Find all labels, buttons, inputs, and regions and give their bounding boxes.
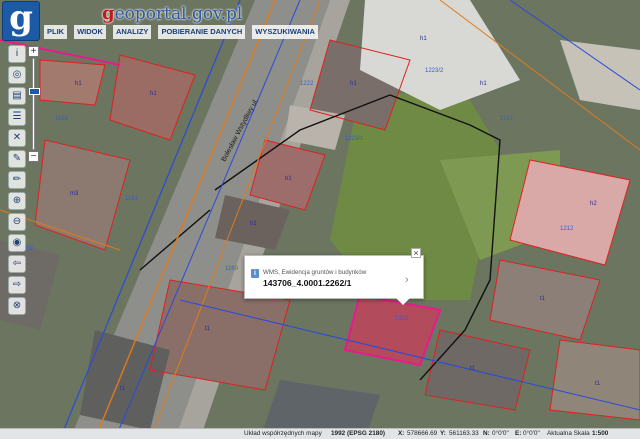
parcel-label: h1	[285, 176, 292, 182]
parcel-label: t1	[120, 386, 126, 392]
crs-label: Układ współrzędnych mapy	[244, 430, 322, 437]
roof	[40, 60, 105, 105]
crs-value: 1992 (EPSG 2180)	[331, 430, 385, 437]
parcel-label: t1	[595, 381, 601, 387]
legend-icon[interactable]: ▤	[8, 87, 26, 105]
n-label: N:	[483, 430, 490, 437]
menu-analizy[interactable]: ANALIZY	[112, 25, 152, 39]
zoom-out-button[interactable]: −	[28, 151, 39, 162]
menu-pobieranie-danych[interactable]: POBIERANIE DANYCH	[158, 25, 246, 39]
parcel-label: t1	[470, 366, 476, 372]
popup-layer-title: WMS, Ewidencja gruntów i budynków	[263, 269, 367, 276]
parcel-label: h1	[480, 81, 487, 87]
pan-left-icon[interactable]: ⇦	[8, 255, 26, 273]
layers-icon[interactable]: ◎	[8, 66, 26, 84]
e-value: 0°0'0"	[523, 430, 540, 437]
logo-letter: g	[9, 0, 33, 38]
zoom-slider-knob[interactable]	[29, 88, 40, 96]
parcel-label: h1	[350, 81, 357, 87]
parcel-number: 1160	[225, 266, 239, 272]
parcel-number: 1221	[500, 116, 514, 122]
zoom-track[interactable]	[32, 58, 35, 150]
parcel-number: 1222	[300, 81, 314, 87]
x-label: X:	[398, 430, 405, 437]
main-menu: PLIK WIDOK ANALIZY POBIERANIE DANYCH WYS…	[44, 25, 318, 39]
parcel-label: t1	[205, 326, 211, 332]
reset-icon[interactable]: ⊗	[8, 297, 26, 315]
geoportal-logo[interactable]: g	[2, 0, 40, 41]
menu-widok[interactable]: WIDOK	[74, 25, 106, 39]
parcel-label: t1	[540, 296, 546, 302]
feature-info-popup: × i WMS, Ewidencja gruntów i budynków 14…	[244, 248, 424, 305]
scale-label: Aktualna Skala	[547, 430, 590, 437]
scale-value[interactable]: 1:500	[592, 429, 608, 439]
left-toolbar: i ◎ ▤ ☰ ✕ ✎ ✏ ⊕ ⊖ ◉ ⇦ ⇨ ⊗	[8, 45, 26, 315]
parcel-number: 1212	[560, 226, 574, 232]
y-label: Y:	[440, 430, 446, 437]
parcel-label: m3	[70, 191, 79, 197]
status-bar: Układ współrzędnych mapy 1992 (EPSG 2180…	[0, 428, 640, 439]
draw-icon[interactable]: ✏	[8, 171, 26, 189]
y-value: 561163.33	[449, 430, 479, 437]
n-value: 0°0'0"	[492, 430, 509, 437]
x-value: 578666.69	[407, 430, 438, 437]
menu-wyszukiwania[interactable]: WYSZUKIWANIA	[252, 25, 318, 39]
delete-icon[interactable]: ✕	[8, 129, 26, 147]
parcel-number: 1186	[55, 116, 69, 122]
zoom-out-icon[interactable]: ⊖	[8, 213, 26, 231]
zoom-in-icon[interactable]: ⊕	[8, 192, 26, 210]
parcel-label: h1	[75, 81, 82, 87]
parcel-number: 1161	[125, 196, 139, 202]
globe-icon[interactable]: ◉	[8, 234, 26, 252]
menu-plik[interactable]: PLIK	[44, 25, 68, 39]
parcel-label: h2	[590, 201, 597, 207]
zoom-in-button[interactable]: +	[28, 46, 39, 57]
parcel-label: h1	[150, 91, 157, 97]
e-label: E:	[515, 430, 522, 437]
popup-parcel-id[interactable]: 143706_4.0001.2262/1	[263, 278, 351, 288]
roof	[550, 340, 640, 420]
chevron-right-icon[interactable]: ›	[405, 274, 409, 286]
brand-rest: eoportal.gov.pl	[114, 4, 243, 24]
parcel-number: 1213	[395, 316, 409, 322]
info-icon: i	[251, 269, 259, 278]
top-bar: g geoportal.gov.pl PLIK WIDOK ANALIZY PO…	[0, 0, 318, 41]
parcel-label: h1	[420, 36, 427, 42]
brand-prefix: g	[102, 3, 115, 24]
info-icon[interactable]: i	[8, 45, 26, 63]
parcel-number: 1223/1	[345, 136, 364, 142]
zoom-control: + −	[28, 46, 40, 162]
map-canvas[interactable]: h1 m3 h1 h1 h1 h2 t1 t1 t1 t1 h1 h1 h1 t…	[0, 0, 640, 439]
site-brand: geoportal.gov.pl	[102, 3, 242, 24]
pan-right-icon[interactable]: ⇨	[8, 276, 26, 294]
measure-icon[interactable]: ✎	[8, 150, 26, 168]
list-icon[interactable]: ☰	[8, 108, 26, 126]
popup-close-button[interactable]: ×	[411, 248, 421, 258]
parcel-label: h1	[250, 221, 257, 227]
parcel-number: 1223/2	[425, 68, 444, 74]
popup-pointer	[395, 297, 411, 305]
